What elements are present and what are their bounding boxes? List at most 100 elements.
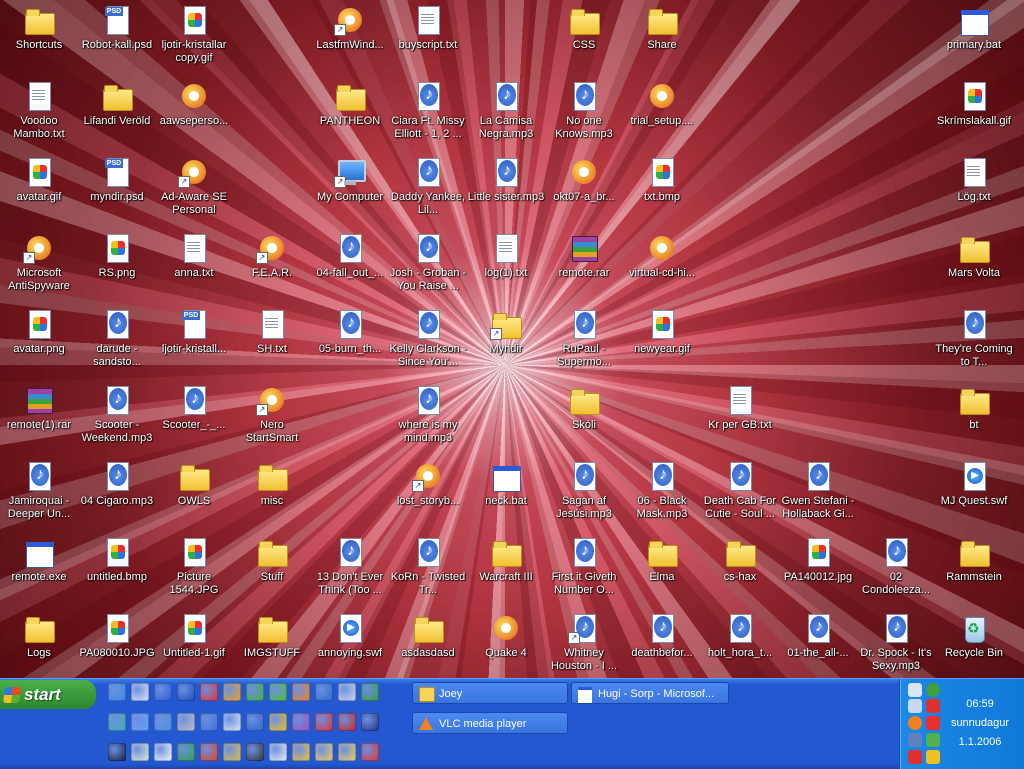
- desktop-icon-audio[interactable]: 04 Cigaro.mp3: [78, 460, 156, 508]
- desktop-icon-doc[interactable]: SH.txt: [233, 308, 311, 356]
- connection-icon[interactable]: [926, 733, 940, 747]
- desktop-icon-audio[interactable]: Gwen Stefani - Hollaback Gi...: [779, 460, 857, 521]
- quick-launch-icon[interactable]: [154, 743, 172, 761]
- desktop-icon-app[interactable]: okt07-a_br...: [545, 156, 623, 204]
- quick-launch-icon[interactable]: [338, 683, 356, 701]
- desktop-icon-folder[interactable]: Shortcuts: [0, 4, 78, 52]
- desktop-icon-psd[interactable]: ljotir-kristall...: [155, 308, 233, 356]
- desktop-icon-audio[interactable]: 06 - Black Mask.mp3: [623, 460, 701, 521]
- desktop-icon-audio[interactable]: They're Coming to T...: [935, 308, 1013, 369]
- quick-launch-icon[interactable]: [269, 683, 287, 701]
- desktop-icon-audio[interactable]: ↗ Whitney Houston - I ...: [545, 612, 623, 673]
- desktop-icon-folder[interactable]: Elma: [623, 536, 701, 584]
- desktop-icon-folder[interactable]: cs-hax: [701, 536, 779, 584]
- quick-launch-icon[interactable]: [338, 713, 356, 731]
- desktop-icon-app[interactable]: ↗ lost_storyb...: [389, 460, 467, 508]
- desktop-icon-folder[interactable]: CSS: [545, 4, 623, 52]
- quick-launch-icon[interactable]: [292, 683, 310, 701]
- desktop-icon-folder[interactable]: Skóli: [545, 384, 623, 432]
- quick-launch-icon[interactable]: [131, 683, 149, 701]
- quick-launch-icon[interactable]: [223, 743, 241, 761]
- quick-launch-icon[interactable]: [154, 683, 172, 701]
- desktop-icon-app[interactable]: virtual-cd-hi...: [623, 232, 701, 280]
- quick-launch-icon[interactable]: [338, 743, 356, 761]
- desktop-icon-app[interactable]: trial_setup....: [623, 80, 701, 128]
- taskbar-button-hugi[interactable]: Hugi - Sorp - Microsof...: [571, 682, 729, 704]
- update-icon[interactable]: [926, 750, 940, 764]
- desktop-icon-swf[interactable]: MJ Quest.swf: [935, 460, 1013, 508]
- desktop-icon-audio[interactable]: RuPaul - Supermo...: [545, 308, 623, 369]
- desktop-icon-audio[interactable]: 02 Condoleeza...: [857, 536, 935, 597]
- desktop-icon-folder[interactable]: IMGSTUFF: [233, 612, 311, 660]
- desktop-icon-folder[interactable]: Rammstein: [935, 536, 1013, 584]
- desktop-icon-exe[interactable]: neck.bat: [467, 460, 545, 508]
- start-button[interactable]: start: [0, 680, 96, 709]
- desktop-icon-audio[interactable]: 04-fall_out_...: [311, 232, 389, 280]
- quick-launch-icon[interactable]: [131, 713, 149, 731]
- desktop-icon-doc[interactable]: lög(1).txt: [467, 232, 545, 280]
- clock-time[interactable]: 06:59: [940, 698, 1020, 710]
- desktop-icon-app[interactable]: aawseperso...: [155, 80, 233, 128]
- desktop[interactable]: Shortcuts Robot-kall.psd ljotir-kristallar…: [0, 0, 1024, 678]
- desktop-icon-audio[interactable]: Ciara Ft. Missy Elliott - 1, 2 ...: [389, 80, 467, 141]
- desktop-icon-audio[interactable]: First it Giveth Number O...: [545, 536, 623, 597]
- desktop-icon-audio[interactable]: Jamiroquai - Deeper Un...: [0, 460, 78, 521]
- desktop-icon-audio[interactable]: Josh - Groban - You Raise ...: [389, 232, 467, 293]
- quick-launch-icon[interactable]: [131, 743, 149, 761]
- desktop-icon-app[interactable]: ↗ LastfmWind...: [311, 4, 389, 52]
- desktop-icon-audio[interactable]: Little sister.mp3: [467, 156, 545, 204]
- desktop-icon-folder[interactable]: OWLS: [155, 460, 233, 508]
- quick-launch-icon[interactable]: [361, 743, 379, 761]
- quick-launch-icon[interactable]: [177, 683, 195, 701]
- desktop-icon-doc[interactable]: Kr per GB.txt: [701, 384, 779, 432]
- desktop-icon-audio[interactable]: No one Knows.mp3: [545, 80, 623, 141]
- desktop-icon-doc[interactable]: anna.txt: [155, 232, 233, 280]
- desktop-icon-image[interactable]: Untitled-1.gif: [155, 612, 233, 660]
- desktop-icon-folder[interactable]: PANTHEON: [311, 80, 389, 128]
- desktop-icon-image[interactable]: Picture 1544.JPG: [155, 536, 233, 597]
- desktop-icon-folder[interactable]: Share: [623, 4, 701, 52]
- desktop-icon-audio[interactable]: where is my mind.mp3: [389, 384, 467, 445]
- quick-launch-icon[interactable]: [246, 713, 264, 731]
- desktop-icon-image[interactable]: avatar.gif: [0, 156, 78, 204]
- desktop-icon-image[interactable]: txt.bmp: [623, 156, 701, 204]
- quick-launch-icon[interactable]: [200, 743, 218, 761]
- desktop-icon-audio[interactable]: 13 Don't Ever Think (Too ...: [311, 536, 389, 597]
- security-alert-icon[interactable]: [908, 750, 922, 764]
- desktop-icon-image[interactable]: PA080010.JPG: [78, 612, 156, 660]
- desktop-icon-app[interactable]: Quake 4: [467, 612, 545, 660]
- quick-launch-icon[interactable]: [269, 713, 287, 731]
- desktop-icon-image[interactable]: ljotir-kristallar copy.gif: [155, 4, 233, 65]
- desktop-icon-computer[interactable]: ↗ My Computer: [311, 156, 389, 204]
- quick-launch-icon[interactable]: [177, 713, 195, 731]
- desktop-icon-psd[interactable]: Robot-kall.psd: [78, 4, 156, 52]
- desktop-icon-audio[interactable]: holt_hora_t...: [701, 612, 779, 660]
- quick-launch-icon[interactable]: [292, 713, 310, 731]
- desktop-icon-doc[interactable]: Voodoo Mambo.txt: [0, 80, 78, 141]
- quick-launch-icon[interactable]: [108, 683, 126, 701]
- desktop-icon-image[interactable]: Skrímslakall.gif: [935, 80, 1013, 128]
- desktop-icon-exe[interactable]: remote.exe: [0, 536, 78, 584]
- desktop-icon-image[interactable]: PA140012.jpg: [779, 536, 857, 584]
- quick-launch-icon[interactable]: [246, 683, 264, 701]
- desktop-icon-audio[interactable]: Sagan af Jesúsi.mp3: [545, 460, 623, 521]
- desktop-icon-folder[interactable]: bt: [935, 384, 1013, 432]
- desktop-icon-app[interactable]: ↗ Nero StartSmart: [233, 384, 311, 445]
- quick-launch-icon[interactable]: [361, 683, 379, 701]
- quick-launch-icon[interactable]: [200, 683, 218, 701]
- speaker-icon[interactable]: [908, 733, 922, 747]
- desktop-icon-archive[interactable]: remote(1).rar: [0, 384, 78, 432]
- quick-launch-icon[interactable]: [108, 713, 126, 731]
- quick-launch-icon[interactable]: [269, 743, 287, 761]
- desktop-icon-audio[interactable]: La Camisa Negra.mp3: [467, 80, 545, 141]
- desktop-icon-folder[interactable]: ↗ Myndir: [467, 308, 545, 356]
- quick-launch-icon[interactable]: [177, 743, 195, 761]
- desktop-icon-audio[interactable]: Dr. Spock - It's Sexy.mp3: [857, 612, 935, 673]
- desktop-icon-audio[interactable]: Scooter_-_...: [155, 384, 233, 432]
- desktop-icon-image[interactable]: newyear.gif: [623, 308, 701, 356]
- desktop-icon-folder[interactable]: Lifandi Veröld: [78, 80, 156, 128]
- quick-launch-icon[interactable]: [292, 743, 310, 761]
- quick-launch-icon[interactable]: [223, 683, 241, 701]
- antivirus-icon[interactable]: [926, 699, 940, 713]
- desktop-icon-audio[interactable]: Death Cab For Cutie - Soul ...: [701, 460, 779, 521]
